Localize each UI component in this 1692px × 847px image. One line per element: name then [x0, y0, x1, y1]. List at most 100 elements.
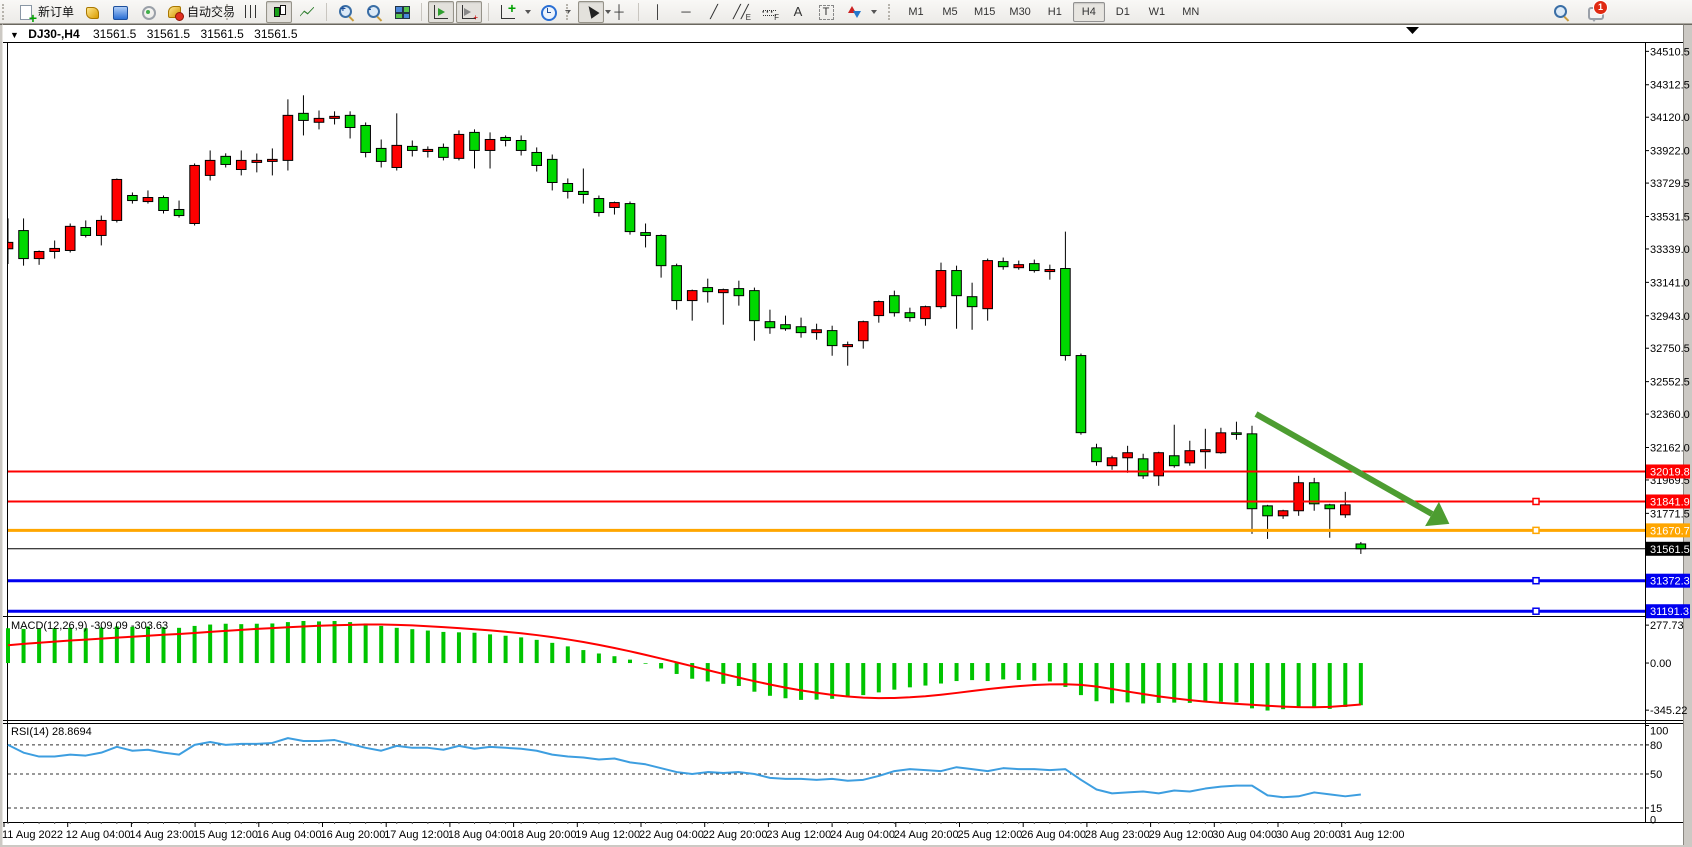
price-axis-label: 32750.5: [1650, 343, 1690, 355]
candle: [408, 146, 418, 150]
periods-button[interactable]: [535, 1, 561, 23]
candle: [1061, 269, 1071, 356]
candle: [1138, 459, 1148, 476]
chat-button[interactable]: 1: [1582, 1, 1608, 23]
auto-scroll-button[interactable]: [428, 1, 454, 23]
price-axis-label: 31771.5: [1650, 508, 1690, 520]
macd-bar: [1219, 663, 1223, 702]
macd-bar: [1126, 663, 1130, 702]
macd-bar: [939, 663, 943, 683]
timeframe-button-mn[interactable]: MN: [1175, 2, 1207, 22]
candle: [983, 261, 993, 309]
zoom-out-button[interactable]: -: [361, 1, 387, 23]
tile-windows-button[interactable]: [389, 1, 415, 23]
macd-bar: [877, 663, 881, 692]
macd-bar: [1234, 663, 1238, 702]
market-watch-icon: [111, 3, 129, 21]
line-handle[interactable]: [1533, 527, 1539, 533]
cursor-button[interactable]: [578, 1, 604, 23]
macd-bar: [22, 629, 26, 663]
trendline-button[interactable]: ╱: [701, 1, 727, 23]
price-axis-label: 32360.0: [1650, 409, 1690, 421]
shapes-dropdown-arrow[interactable]: [871, 10, 877, 14]
macd-bar: [410, 629, 414, 663]
crosshair-button[interactable]: ┼: [606, 1, 632, 23]
macd-bar: [815, 663, 819, 700]
rsi-label: RSI(14) 28.8694: [11, 726, 92, 738]
macd-bar: [84, 628, 88, 663]
candle: [112, 179, 122, 220]
macd-bar: [581, 650, 585, 663]
candle: [299, 113, 309, 120]
text-label-button[interactable]: T: [813, 1, 839, 23]
candle: [812, 330, 822, 333]
line-chart-button[interactable]: [294, 1, 320, 23]
time-axis-label: 22 Aug 04:00: [639, 829, 704, 841]
channel-button[interactable]: ╱╱E: [729, 1, 755, 23]
timeframe-button-h4[interactable]: H4: [1073, 2, 1105, 22]
time-axis-label: 31 Aug 12:00: [1340, 829, 1405, 841]
candle: [1201, 450, 1211, 452]
macd-bar: [768, 663, 772, 696]
toolbar-group-cursor: ┼ │ ─ ╱ ╱╱E ⋯F A T: [566, 0, 879, 23]
metaeditor-button[interactable]: [79, 1, 105, 23]
zoom-in-button[interactable]: +: [333, 1, 359, 23]
rsi-axis-label: 15: [1650, 803, 1662, 815]
line-handle[interactable]: [1533, 578, 1539, 584]
timeframe-button-m5[interactable]: M5: [934, 2, 966, 22]
candle: [205, 160, 215, 175]
candle: [656, 235, 666, 265]
line-handle[interactable]: [1533, 498, 1539, 504]
search-button[interactable]: [1548, 1, 1574, 23]
indicators-button[interactable]: +: [495, 1, 521, 23]
text-label-icon: T: [817, 3, 835, 21]
time-axis-label: 18 Aug 20:00: [512, 829, 577, 841]
macd-bar: [1297, 663, 1301, 707]
price-axis-label: 32943.0: [1650, 311, 1690, 323]
candle: [1278, 511, 1288, 516]
cursor-icon: [582, 3, 600, 21]
time-axis-label: 12 Aug 04:00: [66, 829, 131, 841]
timeframe-button-d1[interactable]: D1: [1107, 2, 1139, 22]
fibonacci-button[interactable]: ⋯F: [757, 1, 783, 23]
autotrade-icon: [166, 3, 184, 21]
quote-low: 31561.5: [200, 27, 243, 41]
timeframe-button-m30[interactable]: M30: [1003, 2, 1036, 22]
vertical-line-button[interactable]: │: [645, 1, 671, 23]
clock-icon: [539, 3, 557, 21]
chart-shift-button[interactable]: +: [456, 1, 482, 23]
new-order-button[interactable]: + 新订单: [14, 1, 77, 23]
horizontal-line-button[interactable]: ─: [673, 1, 699, 23]
signals-button[interactable]: [135, 1, 161, 23]
macd-bar: [737, 663, 741, 686]
candle: [905, 313, 915, 318]
macd-bar: [1032, 663, 1036, 680]
candle: [1076, 356, 1086, 433]
timeframe-button-m15[interactable]: M15: [968, 2, 1001, 22]
candle: [345, 115, 355, 127]
timeframe-button-m1[interactable]: M1: [900, 2, 932, 22]
macd-bar: [1110, 663, 1114, 703]
bar-chart-button[interactable]: [238, 1, 264, 23]
indicators-dropdown-arrow[interactable]: [525, 10, 531, 14]
market-watch-button[interactable]: [107, 1, 133, 23]
timeframe-button-w1[interactable]: W1: [1141, 2, 1173, 22]
one-click-trading-arrow-icon[interactable]: ▼: [10, 30, 19, 40]
timeframe-button-h1[interactable]: H1: [1039, 2, 1071, 22]
macd-bar: [566, 646, 570, 663]
candle: [827, 331, 837, 346]
chart-canvas[interactable]: 34510.534312.534120.033922.033729.533531…: [0, 0, 1692, 847]
macd-bar: [457, 632, 461, 663]
candlestick-chart-button[interactable]: [266, 1, 292, 23]
macd-bar: [550, 643, 554, 663]
rsi-axis-label: 50: [1650, 769, 1662, 781]
line-handle[interactable]: [1533, 608, 1539, 614]
candle: [516, 140, 526, 150]
shapes-button[interactable]: [841, 1, 867, 23]
candle: [719, 290, 729, 293]
text-button[interactable]: A: [785, 1, 811, 23]
macd-bar: [1048, 663, 1052, 681]
candle: [439, 147, 449, 157]
macd-bar: [706, 663, 710, 681]
trendline-icon: ╱: [704, 3, 724, 21]
